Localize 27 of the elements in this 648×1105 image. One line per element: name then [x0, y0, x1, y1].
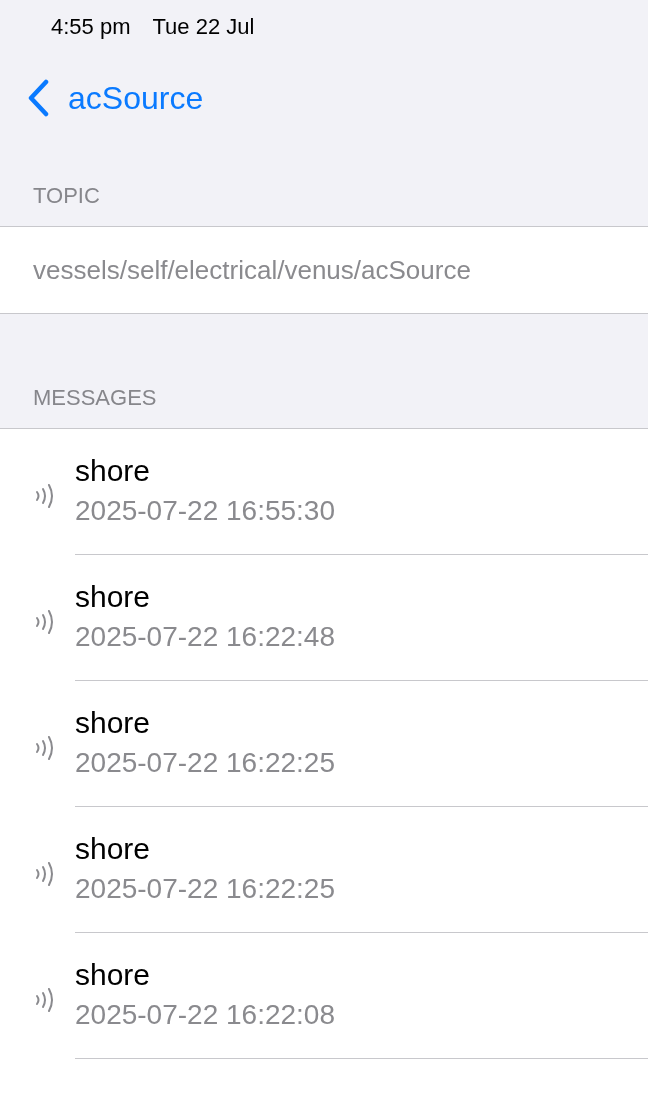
message-row[interactable]: shore 2025-07-22 16:22:48 — [0, 555, 648, 681]
message-title: shore — [75, 705, 152, 741]
message-title: shore — [75, 831, 152, 867]
message-time: 2025-07-22 16:22:25 — [75, 872, 336, 906]
message-row[interactable]: shore 2025-07-22 16:55:30 — [0, 429, 648, 555]
signal-waves-icon — [34, 481, 56, 511]
message-row[interactable]: shore 2025-07-22 16:22:08 — [0, 933, 648, 1059]
status-time: 4:55 pm — [51, 12, 131, 41]
back-chevron-icon — [26, 79, 50, 117]
back-button[interactable]: acSource — [26, 74, 204, 122]
signal-waves-icon — [34, 985, 56, 1015]
topic-text: vessels/self/electrical/venus/acSource — [33, 253, 471, 287]
signal-waves-icon — [34, 607, 56, 637]
message-time: 2025-07-22 16:22:48 — [75, 620, 336, 654]
message-title: shore — [75, 579, 152, 615]
message-time: 2025-07-22 16:55:30 — [75, 494, 336, 528]
section-header: MESSAGES — [33, 384, 157, 412]
section-header: TOPIC — [33, 182, 100, 210]
status-date: Tue 22 Jul — [152, 12, 255, 41]
message-title: shore — [75, 957, 152, 993]
message-title: shore — [75, 453, 152, 489]
message-time: 2025-07-22 16:22:25 — [75, 746, 336, 780]
signal-waves-icon — [34, 859, 56, 889]
signal-waves-icon — [34, 733, 56, 763]
message-row[interactable]: shore 2025-07-22 16:22:25 — [0, 807, 648, 933]
message-time: 2025-07-22 16:22:08 — [75, 998, 336, 1032]
message-row[interactable]: shore 2025-07-22 16:22:25 — [0, 681, 648, 807]
